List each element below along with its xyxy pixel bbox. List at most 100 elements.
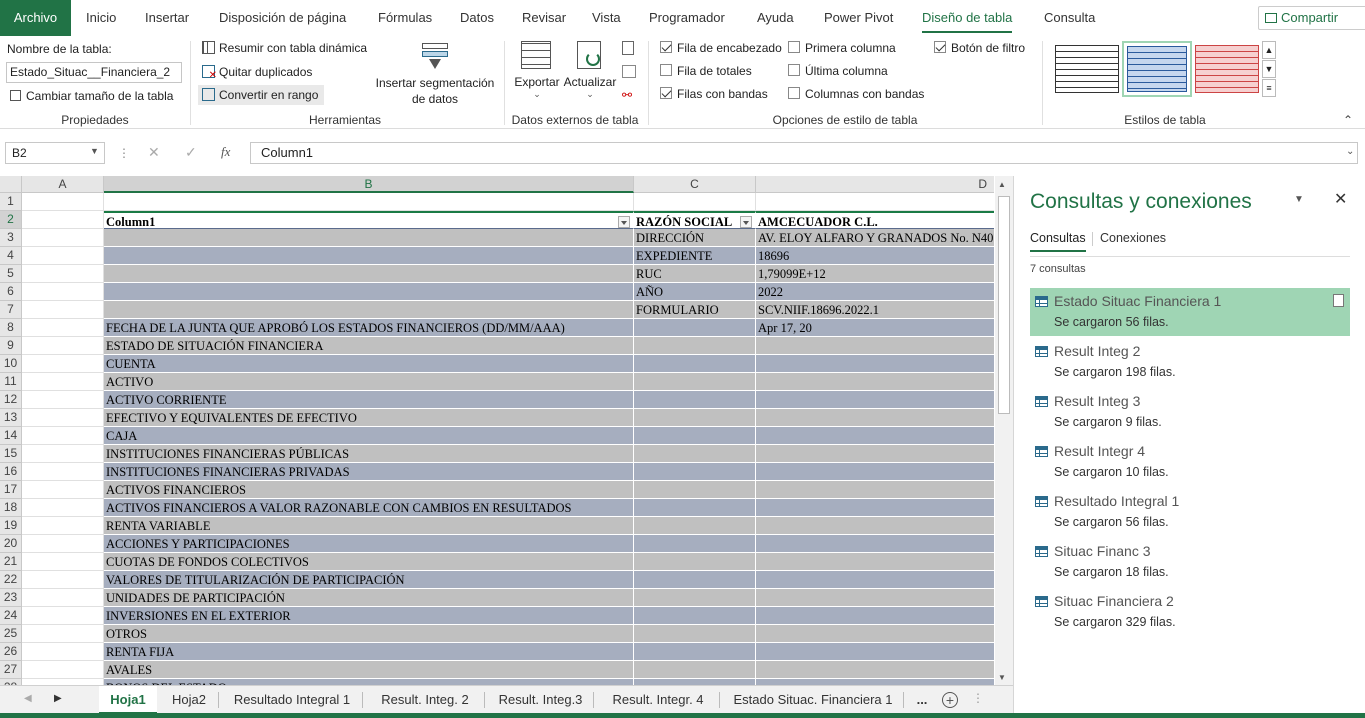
table-cell-b[interactable]	[104, 301, 634, 319]
table-cell-c[interactable]	[634, 661, 756, 679]
table-cell-c[interactable]	[634, 481, 756, 499]
cell-a[interactable]	[22, 265, 104, 283]
table-cell-c[interactable]	[634, 373, 756, 391]
table-cell-d[interactable]	[756, 607, 994, 625]
tab-consultas[interactable]: Consultas	[1030, 231, 1086, 252]
table-cell-c[interactable]	[634, 391, 756, 409]
styles-scroll-up-icon[interactable]: ▲	[1262, 41, 1276, 59]
row-header[interactable]: 13	[0, 409, 22, 427]
table-cell-d[interactable]	[756, 337, 994, 355]
tab-archivo[interactable]: Archivo	[0, 0, 71, 36]
table-cell-b[interactable]: ESTADO DE SITUACIÓN FINANCIERA	[104, 337, 634, 355]
table-cell-c[interactable]	[634, 643, 756, 661]
refresh-button[interactable]: Actualizar ⌄	[563, 75, 617, 100]
table-cell-b[interactable]: ACTIVO	[104, 373, 634, 391]
table-cell-c[interactable]	[634, 355, 756, 373]
table-cell-b[interactable]	[104, 193, 634, 211]
row-header[interactable]: 6	[0, 283, 22, 301]
tab-programador[interactable]: Programador	[649, 0, 725, 36]
row-header[interactable]: 12	[0, 391, 22, 409]
table-name-input[interactable]: Estado_Situac__Financiera_2	[6, 62, 182, 83]
row-header[interactable]: 16	[0, 463, 22, 481]
unlink-icon[interactable]: ⚯	[622, 89, 636, 101]
cell-a[interactable]	[22, 607, 104, 625]
select-all-corner[interactable]	[0, 176, 22, 193]
close-pane-icon[interactable]: ✕	[1334, 189, 1347, 209]
styles-more-icon[interactable]: ≡	[1262, 79, 1276, 97]
row-header[interactable]: 21	[0, 553, 22, 571]
properties-icon[interactable]	[622, 41, 634, 55]
table-cell-b[interactable]: ACTIVOS FINANCIEROS	[104, 481, 634, 499]
cell-a[interactable]	[22, 499, 104, 517]
cell-a[interactable]	[22, 553, 104, 571]
table-cell-d[interactable]	[756, 427, 994, 445]
table-cell-b[interactable]: ACCIONES Y PARTICIPACIONES	[104, 535, 634, 553]
table-cell-c[interactable]	[634, 625, 756, 643]
pivot-summary-button[interactable]: Resumir con tabla dinámica	[202, 41, 367, 55]
table-cell-d[interactable]	[756, 409, 994, 427]
cell-a[interactable]	[22, 517, 104, 535]
formula-input[interactable]: Column1	[250, 142, 1358, 164]
table-cell-b[interactable]	[104, 283, 634, 301]
column-header-a[interactable]: A	[22, 176, 104, 193]
cell-a[interactable]	[22, 427, 104, 445]
cell-a[interactable]	[22, 301, 104, 319]
query-item[interactable]: Result Integ 3 Se cargaron 9 filas.	[1030, 388, 1350, 436]
row-header[interactable]: 4	[0, 247, 22, 265]
spreadsheet-grid[interactable]: A B C D 1 2 Column1 RAZÓN SOCIAL AMCECUADOR …	[0, 176, 994, 685]
table-style-thumb-3[interactable]	[1195, 45, 1259, 93]
pane-options-icon[interactable]: ▼	[1294, 194, 1304, 205]
header-row-checkbox[interactable]	[660, 41, 672, 53]
row-header[interactable]: 15	[0, 445, 22, 463]
table-cell-b[interactable]: UNIDADES DE PARTICIPACIÓN	[104, 589, 634, 607]
table-cell-c[interactable]	[634, 409, 756, 427]
prev-sheet-icon[interactable]: ◀	[24, 693, 32, 704]
filter-button-checkbox[interactable]	[934, 41, 946, 53]
row-header[interactable]: 27	[0, 661, 22, 679]
cell-a[interactable]	[22, 319, 104, 337]
formula-expand-icon[interactable]: ⌄	[1346, 146, 1354, 157]
banded-columns-checkbox[interactable]	[788, 87, 800, 99]
table-cell-d[interactable]: SCV.NIIF.18696.2022.1	[756, 301, 994, 319]
tab-inicio[interactable]: Inicio	[86, 0, 116, 36]
cell-a[interactable]	[22, 373, 104, 391]
table-cell-d[interactable]	[756, 571, 994, 589]
table-cell-d[interactable]	[756, 445, 994, 463]
row-header[interactable]: 22	[0, 571, 22, 589]
table-cell-d[interactable]	[756, 481, 994, 499]
table-cell-d[interactable]	[756, 499, 994, 517]
share-button[interactable]: Compartir	[1258, 6, 1365, 30]
column-header-b[interactable]: B	[104, 176, 634, 193]
table-cell-c[interactable]: DIRECCIÓN	[634, 229, 756, 247]
table-cell-b[interactable]: INSTITUCIONES FINANCIERAS PRIVADAS	[104, 463, 634, 481]
row-header[interactable]: 17	[0, 481, 22, 499]
table-style-thumb-2[interactable]	[1122, 41, 1192, 97]
last-column-checkbox[interactable]	[788, 64, 800, 76]
tab-consulta[interactable]: Consulta	[1044, 0, 1095, 36]
query-item[interactable]: Situac Financ 3 Se cargaron 18 filas.	[1030, 538, 1350, 586]
table-cell-c[interactable]	[634, 319, 756, 337]
table-cell-c[interactable]: AÑO	[634, 283, 756, 301]
table-cell-d[interactable]	[756, 661, 994, 679]
query-item[interactable]: Resultado Integral 1 Se cargaron 56 filas…	[1030, 488, 1350, 536]
table-cell-c[interactable]: EXPEDIENTE	[634, 247, 756, 265]
column-header-d[interactable]: D	[756, 176, 994, 193]
styles-scroll-down-icon[interactable]: ▼	[1262, 60, 1276, 78]
tab-splitter-icon[interactable]: ⋮	[972, 691, 984, 705]
banded-rows-checkbox[interactable]	[660, 87, 672, 99]
table-cell-d[interactable]: Apr 17, 20	[756, 319, 994, 337]
table-cell-c[interactable]: FORMULARIO	[634, 301, 756, 319]
table-cell-c[interactable]	[634, 607, 756, 625]
table-cell-d[interactable]	[756, 355, 994, 373]
table-cell-d[interactable]	[756, 553, 994, 571]
vertical-scroll-thumb[interactable]	[998, 196, 1010, 414]
tab-diseno-de-tabla[interactable]: Diseño de tabla	[922, 0, 1013, 36]
table-cell-d[interactable]: AV. ELOY ALFARO Y GRANADOS No. N40	[756, 229, 994, 247]
table-cell-d[interactable]	[756, 391, 994, 409]
query-item[interactable]: Result Integ 2 Se cargaron 198 filas.	[1030, 338, 1350, 386]
row-header[interactable]: 25	[0, 625, 22, 643]
table-cell-b[interactable]: FECHA DE LA JUNTA QUE APROBÓ LOS ESTADOS…	[104, 319, 634, 337]
table-cell-d[interactable]	[756, 535, 994, 553]
open-browser-icon[interactable]	[622, 65, 636, 78]
cancel-icon[interactable]: ✕	[148, 144, 160, 161]
